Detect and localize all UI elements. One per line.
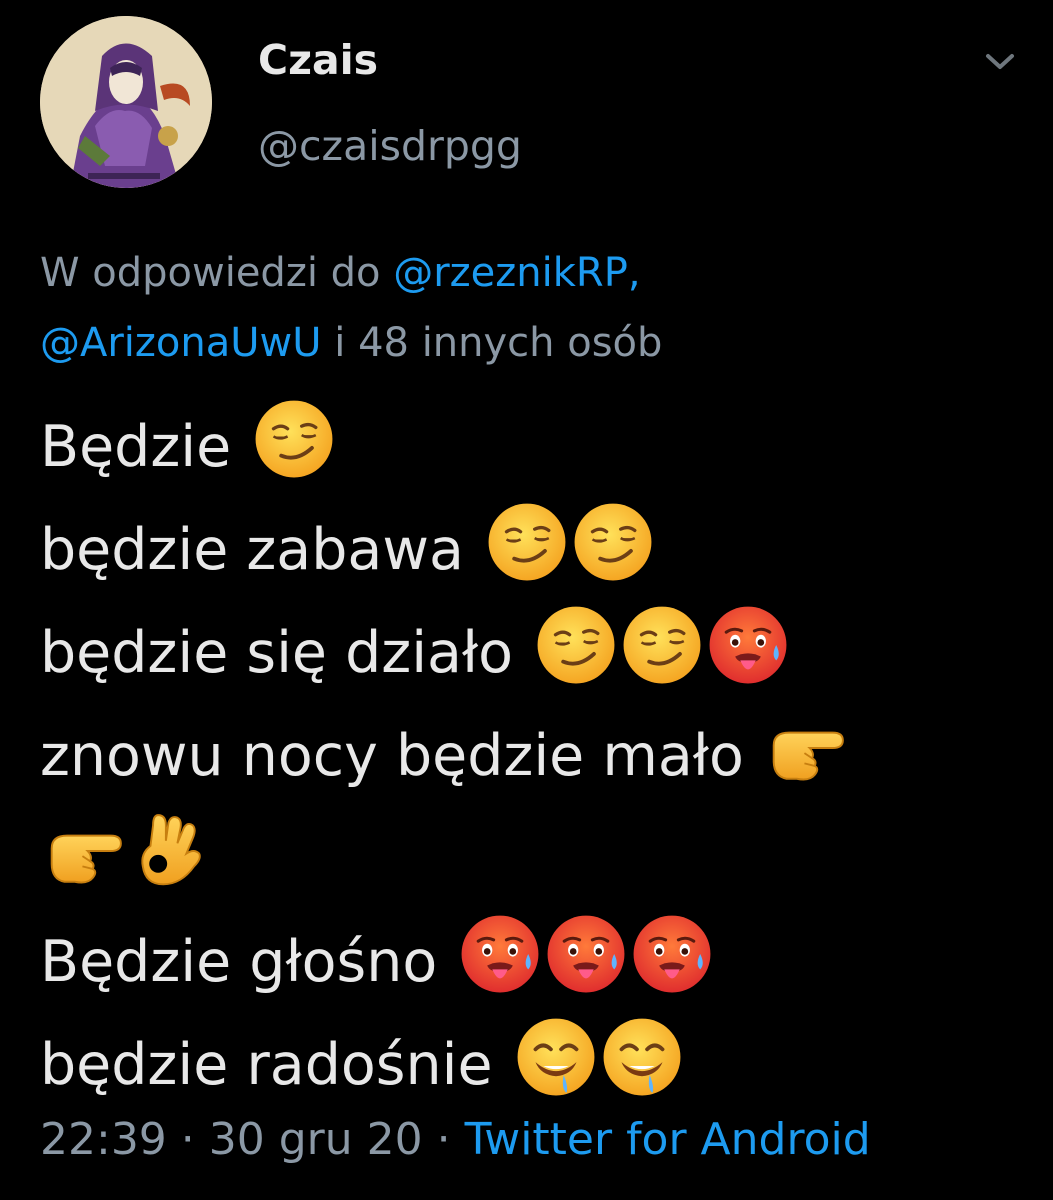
tweet-line-text: Będzie (40, 414, 232, 480)
mention-link[interactable]: @rzeznikRP, (393, 250, 640, 296)
display-name[interactable]: Czais (258, 36, 378, 84)
tweet-line-text: będzie radośnie (40, 1032, 493, 1098)
hot-face-emoji-icon (459, 913, 541, 995)
tweet-line: znowu nocy będzie mało (40, 705, 1030, 808)
tweet-line: będzie zabawa (40, 499, 1030, 602)
tweet-line: Będzie głośno (40, 911, 1030, 1014)
chevron-down-icon[interactable] (976, 46, 1024, 78)
user-handle[interactable]: @czaisdrpgg (258, 122, 522, 170)
hot-face-emoji-icon (545, 913, 627, 995)
tweet-line: będzie radośnie (40, 1014, 1030, 1117)
tweet-meta: 22:39 · 30 gru 20 · Twitter for Android (40, 1114, 871, 1165)
mention-link[interactable]: @ArizonaUwU (40, 320, 322, 366)
reply-prefix: W odpowiedzi do (40, 250, 394, 296)
avatar-illustration (40, 16, 212, 188)
tweet: Czais @czaisdrpgg W odpowiedzi do @rzezn… (0, 0, 1053, 1200)
ok-hand-emoji-icon (130, 810, 212, 892)
smirking-face-emoji-icon (621, 604, 703, 686)
backhand-index-pointing-right-emoji-icon (44, 810, 126, 892)
tweet-time: 22:39 (40, 1114, 167, 1165)
smirking-face-emoji-icon (253, 398, 335, 480)
tweet-text: Będzie będzie zabawa będzie się działo z… (40, 396, 1030, 1117)
tweet-line: będzie się działo (40, 602, 1030, 705)
smirking-face-emoji-icon (572, 501, 654, 583)
avatar[interactable] (40, 16, 212, 188)
tweet-line (40, 808, 1030, 911)
tweet-line-text: Będzie głośno (40, 929, 438, 995)
hot-face-emoji-icon (707, 604, 789, 686)
reply-context: W odpowiedzi do @rzeznikRP, @ArizonaUwU i… (40, 238, 1020, 378)
smirking-face-emoji-icon (486, 501, 568, 583)
drooling-face-emoji-icon (601, 1016, 683, 1098)
tweet-line: Będzie (40, 396, 1030, 499)
tweet-line-text: znowu nocy będzie mało (40, 723, 744, 789)
smirking-face-emoji-icon (535, 604, 617, 686)
reply-suffix[interactable]: i 48 innych osób (322, 320, 662, 366)
meta-separator: · (166, 1114, 209, 1165)
backhand-index-pointing-right-emoji-icon (766, 707, 848, 789)
hot-face-emoji-icon (631, 913, 713, 995)
tweet-date: 30 gru 20 (208, 1114, 423, 1165)
drooling-face-emoji-icon (515, 1016, 597, 1098)
tweet-line-text: będzie zabawa (40, 517, 464, 583)
tweet-source-link[interactable]: Twitter for Android (465, 1114, 871, 1165)
meta-separator: · (422, 1114, 465, 1165)
tweet-line-text: będzie się działo (40, 620, 514, 686)
